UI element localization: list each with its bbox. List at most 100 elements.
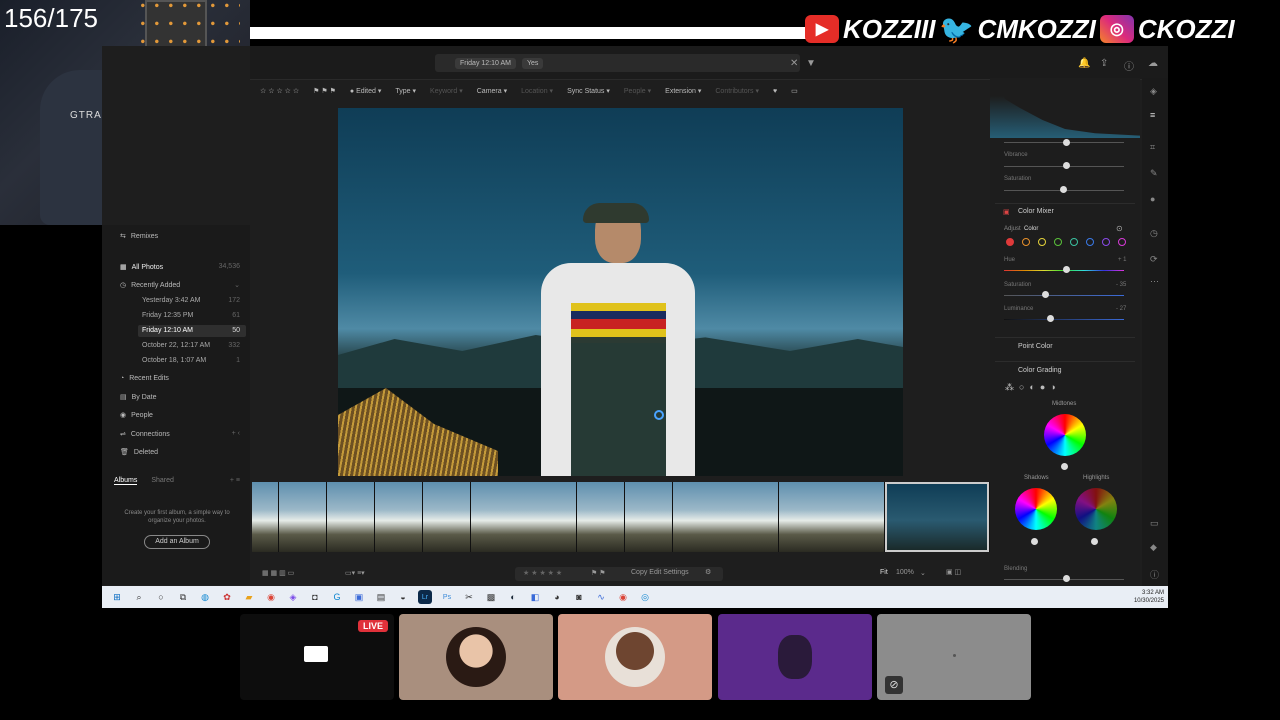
point-color-header[interactable]: Point Color: [1018, 343, 1053, 350]
tab-albums[interactable]: Albums: [114, 477, 138, 485]
filter-location[interactable]: Location ▾: [521, 87, 553, 95]
filter-people[interactable]: People ▾: [624, 87, 651, 95]
flag-icons[interactable]: ⚑ ⚑ ⚑: [313, 87, 336, 95]
filmstrip-thumb[interactable]: [625, 482, 672, 552]
app-icon[interactable]: ✿: [220, 590, 234, 604]
filmstrip-thumb[interactable]: [577, 482, 624, 552]
notifications-icon[interactable]: 🔔: [1078, 58, 1090, 69]
sidebar-item-recently-added[interactable]: ◷ Recently Added: [120, 281, 180, 290]
photoshop-icon[interactable]: Ps: [440, 590, 454, 604]
recent-item[interactable]: Yesterday 3:42 AM: [142, 297, 201, 304]
filmstrip-thumb[interactable]: [327, 482, 374, 552]
slider-knob[interactable]: [1063, 139, 1070, 146]
filter-camera[interactable]: Camera ▾: [477, 87, 507, 95]
add-connection-icon[interactable]: + ‹: [232, 430, 240, 437]
participant-tile[interactable]: ⊘: [877, 614, 1031, 700]
view-mode-icons[interactable]: ▦ ▦ ▥ ▭: [262, 569, 294, 577]
sort-icon[interactable]: ▭▾ ≡▾: [345, 569, 365, 577]
app-icon[interactable]: ▩: [484, 590, 498, 604]
participant-tile[interactable]: [718, 614, 872, 700]
slider-knob[interactable]: [1042, 291, 1049, 298]
search-chip-date[interactable]: Friday 12:10 AM: [455, 57, 516, 69]
sidebar-item-by-date[interactable]: ▤ By Date: [120, 393, 157, 402]
help-icon[interactable]: ⓘ: [1124, 58, 1134, 73]
chevron-down-icon[interactable]: ⌄: [234, 281, 240, 289]
app-icon[interactable]: G: [330, 590, 344, 604]
start-icon[interactable]: ⊞: [110, 590, 124, 604]
app-icon[interactable]: ◕: [550, 590, 564, 604]
compare-icons[interactable]: ▣ ◫: [946, 568, 961, 576]
color-swatch[interactable]: [1102, 238, 1110, 246]
filmstrip-thumb[interactable]: [779, 482, 884, 552]
chrome-icon[interactable]: ◉: [616, 590, 630, 604]
luminance-slider[interactable]: [1004, 319, 1124, 320]
sidebar-item-remixes[interactable]: ⇆ Remixes: [120, 232, 158, 241]
chevron-down-icon[interactable]: ⌄: [920, 569, 926, 577]
share-icon[interactable]: ⇪: [1100, 58, 1108, 69]
color-swatch[interactable]: [1086, 238, 1094, 246]
app-icon[interactable]: ◎: [638, 590, 652, 604]
cloud-icon[interactable]: ☁: [1148, 58, 1158, 69]
sidebar-item-connections[interactable]: ⇌ Connections: [120, 430, 170, 439]
search-chip-flag[interactable]: Yes: [521, 57, 544, 69]
task-view-icon[interactable]: ⧉: [176, 590, 190, 604]
comment-icon[interactable]: ▭: [1150, 518, 1159, 529]
file-explorer-icon[interactable]: ▰: [242, 590, 256, 604]
capcut-icon[interactable]: ✂: [462, 590, 476, 604]
participant-tile[interactable]: [558, 614, 712, 700]
sidebar-item-recent-edits[interactable]: ◔ Recent Edits: [120, 375, 169, 382]
color-swatch[interactable]: [1006, 238, 1014, 246]
midtones-color-wheel[interactable]: [1044, 414, 1086, 456]
heart-icon[interactable]: ♥: [773, 88, 777, 95]
shadows-luminance-knob[interactable]: [1031, 538, 1038, 545]
taskbar-clock[interactable]: 3:32 AM 10/30/2025: [1134, 589, 1164, 605]
versions-icon[interactable]: ⟳: [1150, 254, 1158, 265]
auto-icon[interactable]: ◈: [1150, 86, 1157, 97]
sidebar-item-all-photos[interactable]: ▦ All Photos: [120, 263, 163, 272]
recent-item[interactable]: October 18, 1:07 AM: [142, 357, 206, 364]
edge-icon[interactable]: ◍: [198, 590, 212, 604]
slider-knob[interactable]: [1047, 315, 1054, 322]
participant-tile[interactable]: [399, 614, 553, 700]
filter-icon[interactable]: ▼: [806, 58, 816, 69]
target-adjust-icon[interactable]: ⊙: [1116, 224, 1123, 233]
color-mixer-header[interactable]: Color Mixer: [1018, 208, 1054, 215]
highlights-luminance-knob[interactable]: [1091, 538, 1098, 545]
filmstrip-thumb[interactable]: [252, 482, 278, 552]
more-icon[interactable]: ⋯: [1150, 276, 1159, 287]
rating-stars-bottom[interactable]: ★ ★ ★ ★ ★: [523, 569, 562, 577]
color-grading-header[interactable]: Color Grading: [1018, 367, 1062, 374]
filter-extension[interactable]: Extension ▾: [665, 87, 701, 95]
app-icon[interactable]: ◧: [528, 590, 542, 604]
recent-item-selected[interactable]: Friday 12:10 AM: [142, 327, 193, 334]
slider-knob[interactable]: [1063, 575, 1070, 582]
midtones-luminance-knob[interactable]: [1061, 463, 1068, 470]
flag-icons-bottom[interactable]: ⚑ ⚑: [591, 569, 606, 577]
chrome-icon[interactable]: ◉: [264, 590, 278, 604]
participant-tile-live[interactable]: LIVE: [240, 614, 394, 700]
fit-button[interactable]: Fit: [880, 569, 888, 576]
filmstrip-thumb-selected[interactable]: [885, 482, 989, 552]
color-swatch[interactable]: [1070, 238, 1078, 246]
filter-contributors[interactable]: Contributors ▾: [715, 87, 759, 95]
obs-icon[interactable]: ◒: [396, 590, 410, 604]
tab-shared[interactable]: Shared: [151, 477, 174, 485]
rating-stars[interactable]: ☆ ☆ ☆ ☆ ☆: [260, 87, 299, 95]
mask-icon[interactable]: ●: [1150, 194, 1155, 204]
app-icon[interactable]: ▤: [374, 590, 388, 604]
filmstrip-thumb[interactable]: [471, 482, 576, 552]
adjust-dropdown[interactable]: Color: [1024, 226, 1038, 232]
app-icon[interactable]: ▣: [352, 590, 366, 604]
color-swatch[interactable]: [1054, 238, 1062, 246]
color-swatch[interactable]: [1118, 238, 1126, 246]
slider-knob[interactable]: [1063, 266, 1070, 273]
app-icon[interactable]: ∿: [594, 590, 608, 604]
recent-item[interactable]: October 22, 12:17 AM: [142, 342, 210, 349]
filter-type[interactable]: Type ▾: [395, 87, 416, 95]
slider-knob[interactable]: [1063, 162, 1070, 169]
crop-icon[interactable]: ⌗: [1150, 142, 1155, 153]
history-icon[interactable]: ◷: [1150, 228, 1158, 239]
mixer-saturation-slider[interactable]: [1004, 295, 1124, 296]
tag-icon[interactable]: ◆: [1150, 542, 1157, 553]
filmstrip-thumb[interactable]: [375, 482, 422, 552]
